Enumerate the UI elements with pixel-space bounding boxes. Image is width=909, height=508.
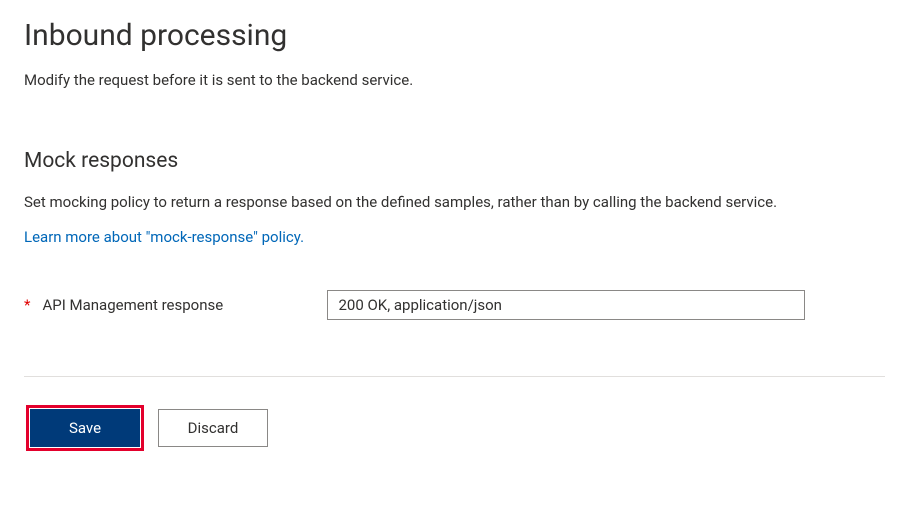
- learn-more-link[interactable]: Learn more about "mock-response" policy.: [24, 228, 304, 246]
- discard-button[interactable]: Discard: [158, 409, 268, 447]
- footer-actions: Save Discard: [24, 376, 885, 447]
- api-management-response-row: * API Management response: [24, 290, 885, 320]
- page-subtitle: Modify the request before it is sent to …: [24, 71, 885, 89]
- page-title: Inbound processing: [24, 18, 885, 53]
- api-management-response-select[interactable]: [327, 290, 805, 320]
- api-management-response-label: API Management response: [42, 296, 327, 314]
- mock-responses-description: Set mocking policy to return a response …: [24, 193, 885, 211]
- required-star-icon: *: [24, 296, 30, 314]
- mock-responses-heading: Mock responses: [24, 149, 885, 173]
- save-button[interactable]: Save: [30, 409, 140, 447]
- api-management-response-select-wrap: [327, 290, 805, 320]
